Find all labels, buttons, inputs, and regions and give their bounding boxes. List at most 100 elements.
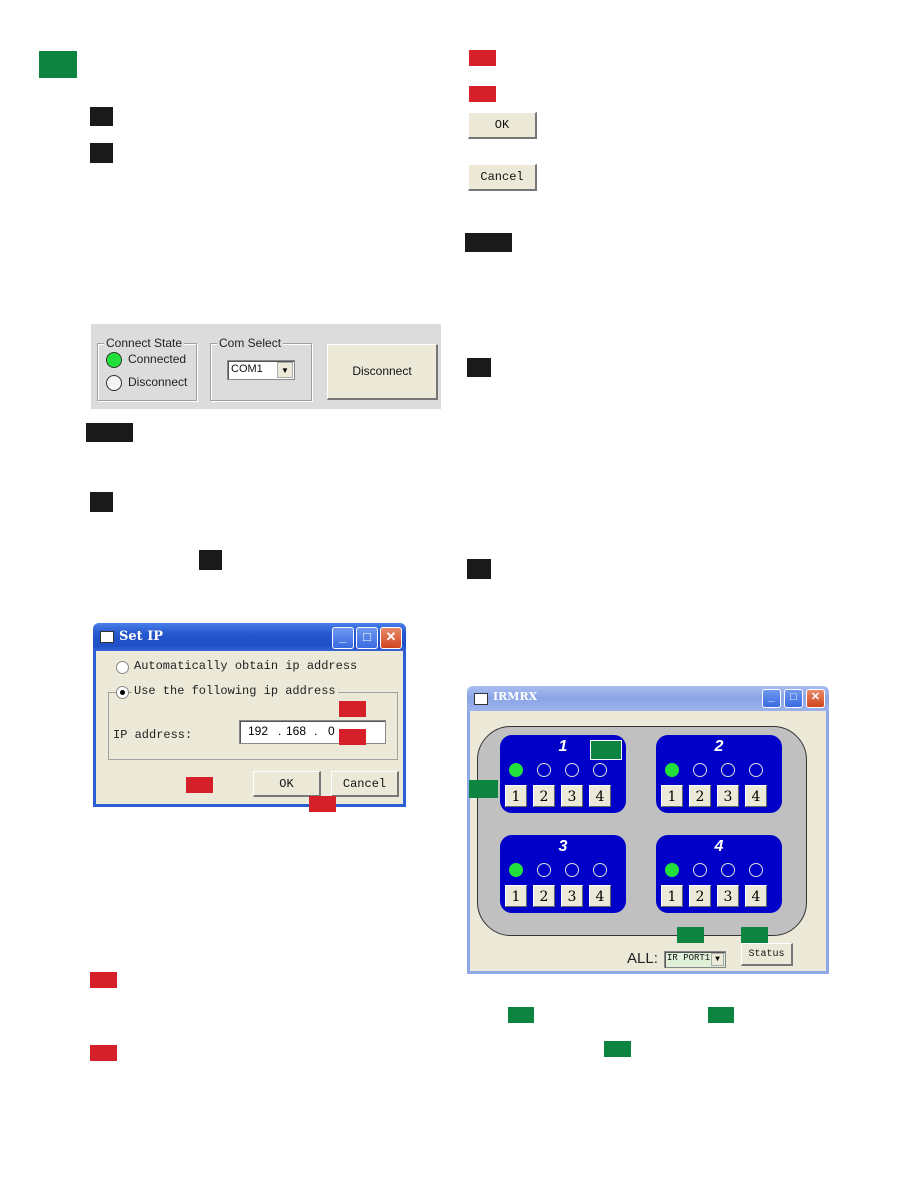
disconnect-radio-label: Disconnect	[128, 375, 188, 389]
ip-address-label: IP address:	[113, 728, 193, 742]
ip-dot: .	[278, 724, 282, 738]
callout-marker-green	[508, 1007, 534, 1023]
port-button[interactable]: 1	[661, 785, 683, 807]
callout-marker-green	[469, 780, 498, 798]
step-marker	[467, 559, 491, 579]
port-indicator-icon	[565, 863, 579, 877]
port-button[interactable]: 3	[561, 785, 583, 807]
port-button[interactable]: 4	[745, 785, 767, 807]
com-select-title: Com Select	[217, 336, 284, 350]
zone-number: 4	[714, 838, 724, 855]
ok-button[interactable]: OK	[253, 771, 321, 797]
port-button[interactable]: 4	[589, 885, 611, 907]
port-indicator-icon	[721, 863, 735, 877]
callout-marker-green	[741, 927, 768, 943]
ip-octet-3[interactable]: 0	[328, 724, 335, 738]
port-indicator-icon	[693, 863, 707, 877]
note-marker	[86, 423, 133, 442]
callout-marker-green	[604, 1041, 631, 1057]
window-icon	[100, 631, 114, 643]
zone-number: 3	[558, 838, 568, 855]
callout-marker	[339, 701, 366, 717]
port-indicator-icon	[537, 863, 551, 877]
ip-octet-2[interactable]: 168	[286, 724, 306, 738]
ir-window: IRMRX _ □ ✕ 11234212343123441234 ALL: IR…	[467, 686, 829, 974]
com-port-select[interactable]: COM1 ▼	[227, 360, 295, 380]
connected-led-icon	[106, 352, 122, 368]
auto-ip-label: Automatically obtain ip address	[134, 659, 358, 673]
all-label: ALL:	[627, 950, 658, 967]
port-indicator-icon	[593, 863, 607, 877]
ip-dot: .	[314, 724, 318, 738]
port-indicator-icon	[665, 863, 679, 877]
port-button[interactable]: 2	[689, 885, 711, 907]
cancel-button[interactable]: Cancel	[331, 771, 399, 797]
port-indicator-icon	[509, 763, 523, 777]
port-button[interactable]: 1	[505, 785, 527, 807]
port-button[interactable]: 2	[533, 885, 555, 907]
all-port-value: IR PORT1	[667, 953, 711, 963]
connect-panel: Connect State Connected Disconnect Com S…	[91, 324, 441, 409]
port-button[interactable]: 4	[745, 885, 767, 907]
step-marker	[199, 550, 222, 570]
auto-ip-radio[interactable]	[116, 661, 129, 674]
maximize-button[interactable]: □	[356, 627, 378, 649]
close-button[interactable]: ✕	[380, 627, 402, 649]
callout-marker	[90, 1045, 117, 1061]
port-indicator-icon	[721, 763, 735, 777]
com-select-group: Com Select COM1 ▼	[210, 336, 312, 401]
step-marker	[467, 358, 491, 377]
minimize-button[interactable]: _	[332, 627, 354, 649]
minimize-button[interactable]: _	[762, 689, 781, 708]
chevron-down-icon[interactable]: ▼	[277, 362, 293, 378]
maximize-button[interactable]: □	[784, 689, 803, 708]
manual-ip-radio[interactable]	[116, 686, 129, 699]
all-port-select[interactable]: IR PORT1 ▼	[664, 951, 726, 968]
zone-3: 31234	[500, 835, 626, 913]
port-button[interactable]: 3	[717, 885, 739, 907]
ir-window-titlebar[interactable]: IRMRX _ □ ✕	[467, 686, 829, 711]
step-marker	[90, 492, 113, 512]
callout-marker	[90, 972, 117, 988]
ok-button-example[interactable]: OK	[468, 112, 537, 139]
port-indicator-icon	[749, 763, 763, 777]
port-button[interactable]: 1	[661, 885, 683, 907]
connect-state-title: Connect State	[104, 336, 185, 350]
disconnect-button[interactable]: Disconnect	[327, 344, 438, 400]
callout-marker	[186, 777, 213, 793]
connected-label: Connected	[128, 352, 187, 366]
port-indicator-icon	[665, 763, 679, 777]
dialog-title: Set IP	[119, 629, 164, 644]
port-indicator-icon	[537, 763, 551, 777]
disconnect-radio[interactable]	[106, 375, 122, 391]
port-button[interactable]: 3	[561, 885, 583, 907]
section-marker-green	[39, 51, 77, 78]
port-indicator-icon	[749, 863, 763, 877]
zone-2: 21234	[656, 735, 782, 813]
window-icon	[474, 693, 488, 705]
callout-marker	[309, 796, 336, 812]
com-port-value: COM1	[231, 363, 263, 375]
port-indicator-icon	[565, 763, 579, 777]
cancel-button-example[interactable]: Cancel	[468, 164, 537, 191]
close-button[interactable]: ✕	[806, 689, 825, 708]
ip-octet-1[interactable]: 192	[248, 724, 268, 738]
step-marker	[90, 107, 113, 126]
chevron-down-icon[interactable]: ▼	[711, 953, 724, 966]
port-indicator-icon	[693, 763, 707, 777]
zone-4: 41234	[656, 835, 782, 913]
port-button[interactable]: 2	[689, 785, 711, 807]
callout-marker	[469, 86, 496, 102]
port-button[interactable]: 1	[505, 885, 527, 907]
callout-marker	[469, 50, 496, 66]
zone-number: 2	[714, 738, 724, 755]
port-button[interactable]: 3	[717, 785, 739, 807]
port-button[interactable]: 2	[533, 785, 555, 807]
port-button[interactable]: 4	[589, 785, 611, 807]
callout-marker	[339, 729, 366, 745]
status-button[interactable]: Status	[741, 943, 793, 966]
manual-ip-label: Use the following ip address	[132, 684, 338, 698]
callout-marker-green	[708, 1007, 734, 1023]
set-ip-titlebar[interactable]: Set IP _ □ ✕	[93, 623, 406, 651]
port-indicator-icon	[509, 863, 523, 877]
